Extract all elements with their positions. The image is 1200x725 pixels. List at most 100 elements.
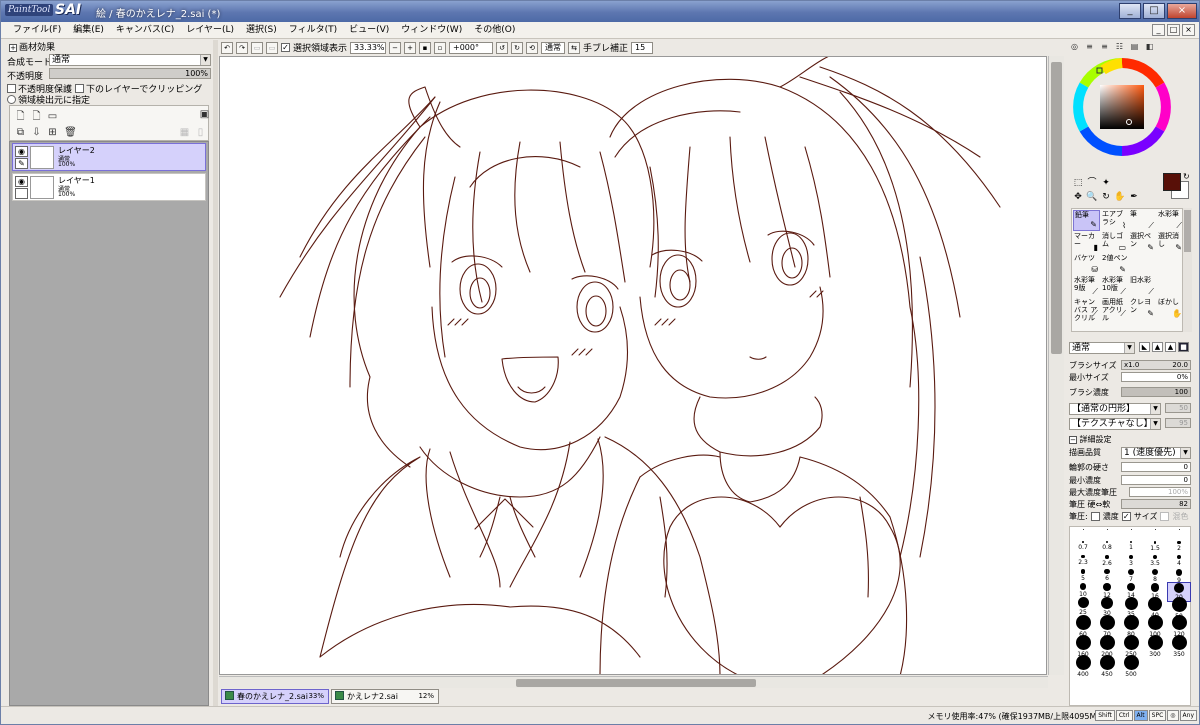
brush-size-option[interactable]: 4 bbox=[1168, 555, 1190, 567]
transfer-down-icon[interactable]: ⇩ bbox=[30, 126, 43, 139]
panel-splitter[interactable] bbox=[213, 40, 218, 706]
tool-brush[interactable]: 水彩筆 10版 ⟋ bbox=[1101, 276, 1128, 297]
brush-size-option[interactable]: 9 bbox=[1168, 569, 1190, 584]
pen-icon[interactable]: ✎ bbox=[15, 158, 28, 169]
eye-icon[interactable]: ◉ bbox=[15, 176, 28, 187]
move-icon[interactable]: ✥ bbox=[1071, 190, 1085, 204]
flip-icon[interactable]: ⇆ bbox=[568, 41, 581, 54]
effects-section[interactable]: + 画材効果 bbox=[9, 40, 55, 53]
tool-select-erase[interactable]: 選択消し ✎ bbox=[1157, 232, 1184, 253]
brush-size-option[interactable]: 6 bbox=[1096, 569, 1118, 582]
brush-size-option[interactable]: 400 bbox=[1072, 655, 1094, 678]
texture-strength[interactable]: 95 bbox=[1165, 418, 1191, 428]
eyedropper-icon[interactable]: ✒ bbox=[1127, 190, 1141, 204]
menu-other[interactable]: その他(O) bbox=[468, 22, 521, 38]
zoom-in-icon[interactable]: + bbox=[404, 41, 417, 54]
brush-size-option[interactable]: 5 bbox=[1072, 569, 1094, 582]
brush-size-option[interactable]: 7 bbox=[1120, 569, 1142, 583]
folder-icon[interactable]: ▭ bbox=[46, 110, 59, 123]
zoom-field[interactable]: 33.33% bbox=[350, 41, 387, 54]
menu-view[interactable]: ビュー(V) bbox=[343, 22, 395, 38]
menu-layer[interactable]: レイヤー(L) bbox=[180, 22, 240, 38]
edge-medium-button[interactable]: ▲ bbox=[1152, 342, 1163, 352]
maximize-button[interactable]: □ bbox=[1143, 3, 1165, 19]
color-wheel-tab-icon[interactable]: ◎ bbox=[1069, 42, 1080, 52]
tool-brush[interactable]: キャンバス アクリル ⟋ bbox=[1073, 298, 1100, 322]
hardness-slider[interactable]: 0 bbox=[1121, 462, 1191, 472]
radio-button[interactable] bbox=[7, 95, 16, 104]
title-bar[interactable]: PaintTool SAI 絵 / 春のかえレナ_2.sai (*) _ □ × bbox=[1, 1, 1199, 22]
tool-brush[interactable]: 画用紙 アクリル ⟋ bbox=[1101, 298, 1128, 322]
tool-airbrush[interactable]: エアブラシ ⌇ bbox=[1101, 210, 1128, 231]
brush-shape-strength[interactable]: 50 bbox=[1165, 403, 1191, 413]
hsv-slider-tab-icon[interactable]: ≡ bbox=[1099, 42, 1110, 52]
menu-file[interactable]: ファイル(F) bbox=[7, 22, 67, 38]
tool-eraser[interactable]: 消しゴム ▭ bbox=[1101, 232, 1128, 253]
tool-bucket[interactable]: バケツ ⛁ bbox=[1073, 254, 1100, 275]
stabilizer-field[interactable]: 15 bbox=[631, 41, 654, 54]
menu-window[interactable]: ウィンドウ(W) bbox=[395, 22, 468, 38]
new-layer-icon[interactable]: 🗋 bbox=[14, 110, 27, 123]
quality-select[interactable]: 1 (速度優先) ▼ bbox=[1121, 447, 1191, 459]
scratchpad-tab-icon[interactable]: ▤ bbox=[1129, 42, 1140, 52]
min-density-slider[interactable]: 0 bbox=[1121, 475, 1191, 485]
brush-size-option[interactable]: 2 bbox=[1168, 541, 1190, 552]
rgb-slider-tab-icon[interactable]: ≡ bbox=[1084, 42, 1095, 52]
redo-icon[interactable]: ↷ bbox=[236, 41, 248, 54]
pen-slot[interactable] bbox=[15, 188, 28, 199]
new-set-icon[interactable]: 🗋 bbox=[30, 110, 43, 123]
brush-blend-select[interactable]: 通常 ▼ bbox=[1069, 342, 1135, 354]
tool-blur[interactable]: ぼかし ✋ bbox=[1157, 298, 1184, 319]
view-mode-field[interactable]: 通常 bbox=[541, 41, 566, 54]
menu-filter[interactable]: フィルタ(T) bbox=[283, 22, 343, 38]
canvas-horizontal-scrollbar[interactable] bbox=[219, 676, 1048, 688]
edge-soft-button[interactable]: ◣ bbox=[1139, 342, 1150, 352]
blend-pressure-checkbox[interactable] bbox=[1160, 512, 1170, 521]
rotate-left-icon[interactable]: ↺ bbox=[496, 41, 509, 54]
tool-select-pen[interactable]: 選択ペン ✎ bbox=[1129, 232, 1156, 253]
collapse-icon[interactable]: − bbox=[1069, 436, 1077, 444]
primary-color-swatch[interactable] bbox=[1163, 173, 1181, 191]
panel-menu-icon[interactable]: ▣ bbox=[198, 108, 211, 121]
tool-grid-scrollbar[interactable] bbox=[1183, 208, 1192, 332]
zoom-out-icon[interactable]: − bbox=[389, 41, 402, 54]
zoom-reset-icon[interactable]: ▪ bbox=[419, 41, 432, 54]
copy-layer-icon[interactable]: ⧉ bbox=[14, 126, 27, 139]
rotate-right-icon[interactable]: ↻ bbox=[511, 41, 524, 54]
detail-settings-header[interactable]: − 詳細設定 bbox=[1069, 434, 1112, 445]
swap-colors-icon[interactable]: ↻ bbox=[1183, 172, 1190, 181]
magic-wand-icon[interactable]: ✦ bbox=[1099, 176, 1113, 190]
menu-select[interactable]: 選択(S) bbox=[240, 22, 283, 38]
color-swatch-tab-icon[interactable]: ☷ bbox=[1114, 42, 1125, 52]
pressure-slider[interactable]: 82 bbox=[1121, 499, 1191, 509]
tab-kaerena-2[interactable]: かえレナ2.sai 12% bbox=[331, 689, 439, 704]
tool-marker[interactable]: マーカー ▮ bbox=[1073, 232, 1100, 253]
close-button[interactable]: × bbox=[1167, 3, 1197, 19]
menu-canvas[interactable]: キャンバス(C) bbox=[110, 22, 180, 38]
layer-item-2[interactable]: ◉ ✎ レイヤー2 通常 100% bbox=[12, 143, 206, 171]
tool-grid-scroll-thumb[interactable] bbox=[1184, 210, 1191, 252]
color-wheel-graphic[interactable] bbox=[1073, 58, 1171, 156]
vertical-scroll-thumb[interactable] bbox=[1051, 62, 1062, 354]
density-pressure-checkbox[interactable] bbox=[1090, 512, 1100, 521]
merge-down-icon[interactable]: ⊞ bbox=[46, 126, 59, 139]
canvas-vertical-scrollbar[interactable] bbox=[1048, 56, 1064, 675]
clear-icon[interactable]: ▦ bbox=[178, 126, 191, 139]
brush-size-option[interactable]: 450 bbox=[1096, 655, 1118, 678]
size-pressure-checkbox[interactable]: ✓ bbox=[1121, 512, 1131, 521]
brush-size-option[interactable]: 0.8 bbox=[1096, 541, 1118, 551]
edge-hard-button[interactable]: ▲ bbox=[1165, 342, 1176, 352]
menu-edit[interactable]: 編集(E) bbox=[67, 22, 110, 38]
select-rect-icon[interactable]: ⬚ bbox=[1071, 176, 1085, 190]
hand-icon[interactable]: ✋ bbox=[1113, 190, 1127, 204]
brush-size-option[interactable]: 25 bbox=[1072, 597, 1094, 616]
tool-crayon[interactable]: クレヨン ✎ bbox=[1129, 298, 1156, 319]
lock-icon[interactable]: ▯ bbox=[194, 126, 207, 139]
brush-density-slider[interactable]: 100 bbox=[1121, 387, 1191, 397]
show-selection-checkbox[interactable]: ✓ bbox=[281, 43, 290, 52]
mdi-minimize-button[interactable]: _ bbox=[1152, 24, 1165, 36]
invert-selection-icon[interactable]: ▭ bbox=[266, 41, 278, 54]
tool-brush[interactable]: 筆 ⟋ bbox=[1129, 210, 1156, 231]
tab-haru-no-kaerena-2[interactable]: 春のかえレナ_2.sai 33% bbox=[221, 689, 329, 704]
drawing-canvas[interactable] bbox=[219, 56, 1047, 675]
